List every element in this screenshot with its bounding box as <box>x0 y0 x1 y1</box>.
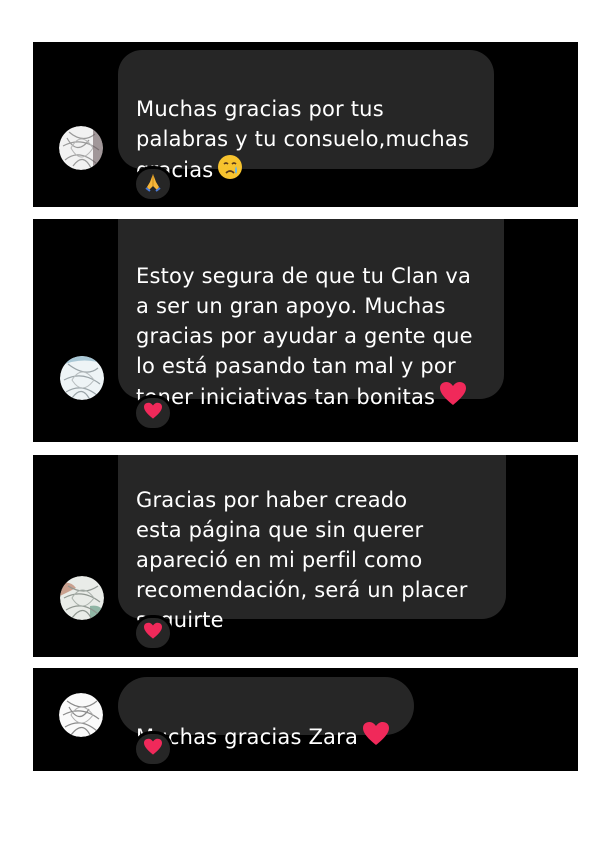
comment-text: Muchas gracias por tus palabras y tu con… <box>136 97 470 182</box>
comment-panel-2: Estoy segura de que tu Clan va a ser un … <box>33 219 578 442</box>
heart-icon <box>143 738 163 760</box>
reaction-badge[interactable] <box>133 166 173 202</box>
comment-bubble: Muchas gracias por tus palabras y tu con… <box>118 50 494 182</box>
reaction-badge[interactable] <box>133 731 173 767</box>
comment-text: Gracias por haber creado esta página que… <box>136 488 468 632</box>
comment-bubble: Estoy segura de que tu Clan va a ser un … <box>118 219 504 409</box>
comment-panel-1: Muchas gracias por tus palabras y tu con… <box>33 42 578 207</box>
reaction-badge[interactable] <box>133 615 173 651</box>
crying-face-icon <box>217 154 243 188</box>
heart-icon <box>143 622 163 644</box>
screenshot-collage: Muchas gracias por tus palabras y tu con… <box>0 0 605 845</box>
avatar[interactable] <box>59 693 103 737</box>
avatar[interactable] <box>59 126 103 170</box>
comment-panel-3: Gracias por haber creado esta página que… <box>33 455 578 657</box>
folded-hands-icon <box>143 172 163 196</box>
comment-text: Estoy segura de que tu Clan va a ser un … <box>136 264 473 409</box>
heart-icon <box>439 381 467 415</box>
heart-icon <box>362 721 390 755</box>
heart-icon <box>143 402 163 424</box>
reaction-badge[interactable] <box>133 395 173 431</box>
avatar[interactable] <box>60 576 104 620</box>
comment-panel-4: Muchas gracias Zara <box>33 668 578 771</box>
comment-bubble: Muchas gracias Zara <box>118 677 414 749</box>
avatar[interactable] <box>60 356 104 400</box>
comment-bubble: Gracias por haber creado esta página que… <box>118 455 506 632</box>
